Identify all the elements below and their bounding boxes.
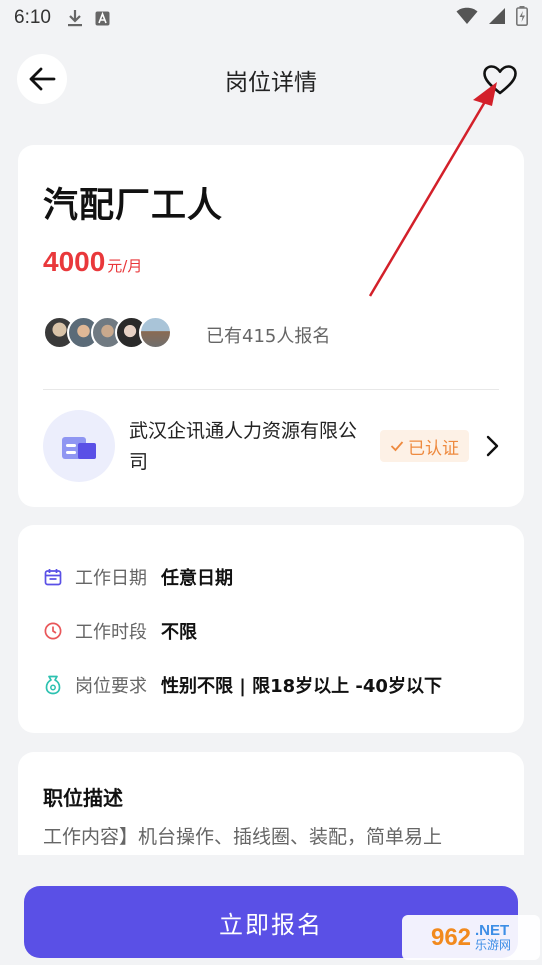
chevron-right-icon bbox=[482, 432, 502, 460]
info-label: 工作日期 bbox=[75, 568, 147, 589]
watermark: 962 .NET 乐游网 bbox=[402, 915, 540, 960]
salary-unit: 元/月 bbox=[107, 257, 143, 275]
heart-icon bbox=[483, 65, 517, 95]
check-icon bbox=[390, 441, 404, 452]
info-value: 任意日期 bbox=[161, 568, 233, 589]
signal-icon bbox=[488, 7, 506, 29]
applied-count: 已有415人报名 bbox=[206, 326, 331, 347]
battery-icon bbox=[516, 6, 528, 30]
info-row-requirements: 岗位要求 性别不限 | 限18岁以上 -40岁以下 bbox=[43, 672, 442, 698]
wifi-icon bbox=[456, 7, 478, 29]
salary: 4000 元/月 bbox=[43, 246, 142, 278]
description-text: 工作内容】机台操作、插线圈、装配，简单易上 bbox=[43, 826, 443, 848]
applicant-avatars bbox=[43, 316, 172, 349]
company-name: 武汉企讯通人力资源有限公司 bbox=[129, 420, 358, 473]
header: 岗位详情 bbox=[0, 48, 542, 110]
avatar bbox=[139, 316, 172, 349]
divider bbox=[43, 389, 499, 390]
verified-label: 已认证 bbox=[408, 438, 459, 459]
job-info-card: 工作日期 任意日期 工作时段 不限 岗位要求 性别不限 | 限18岁以上 -40… bbox=[18, 525, 524, 733]
watermark-number: 962 bbox=[430, 923, 472, 951]
info-value: 不限 bbox=[161, 622, 197, 643]
app-notification-icon bbox=[95, 11, 110, 26]
download-icon bbox=[67, 9, 83, 27]
calendar-icon bbox=[43, 567, 63, 587]
verified-badge: 已认证 bbox=[380, 430, 469, 462]
clock-icon bbox=[43, 621, 63, 641]
company-row[interactable]: 武汉企讯通人力资源有限公司 已认证 bbox=[43, 410, 502, 482]
company-logo bbox=[43, 410, 115, 482]
info-label: 岗位要求 bbox=[75, 676, 147, 697]
salary-amount: 4000 bbox=[43, 246, 106, 277]
info-row-work-hours: 工作时段 不限 bbox=[43, 618, 197, 644]
info-row-work-date: 工作日期 任意日期 bbox=[43, 564, 233, 590]
requirement-icon bbox=[43, 675, 63, 695]
favorite-button[interactable] bbox=[480, 60, 520, 100]
info-label: 工作时段 bbox=[75, 622, 147, 643]
status-bar: 6:10 bbox=[0, 0, 542, 36]
job-summary-card: 汽配厂工人 4000 元/月 已有415人报名 武汉企讯通人力资源有限公司 已认… bbox=[18, 145, 524, 507]
watermark-site: 乐游网 bbox=[475, 938, 512, 952]
description-title: 职位描述 bbox=[43, 786, 123, 810]
info-value: 性别不限 | 限18岁以上 -40岁以下 bbox=[161, 676, 442, 697]
status-time: 6:10 bbox=[14, 7, 51, 28]
building-icon bbox=[62, 437, 96, 459]
page-title: 岗位详情 bbox=[225, 70, 317, 96]
job-title: 汽配厂工人 bbox=[43, 186, 224, 226]
watermark-suffix: .NET bbox=[475, 922, 510, 939]
